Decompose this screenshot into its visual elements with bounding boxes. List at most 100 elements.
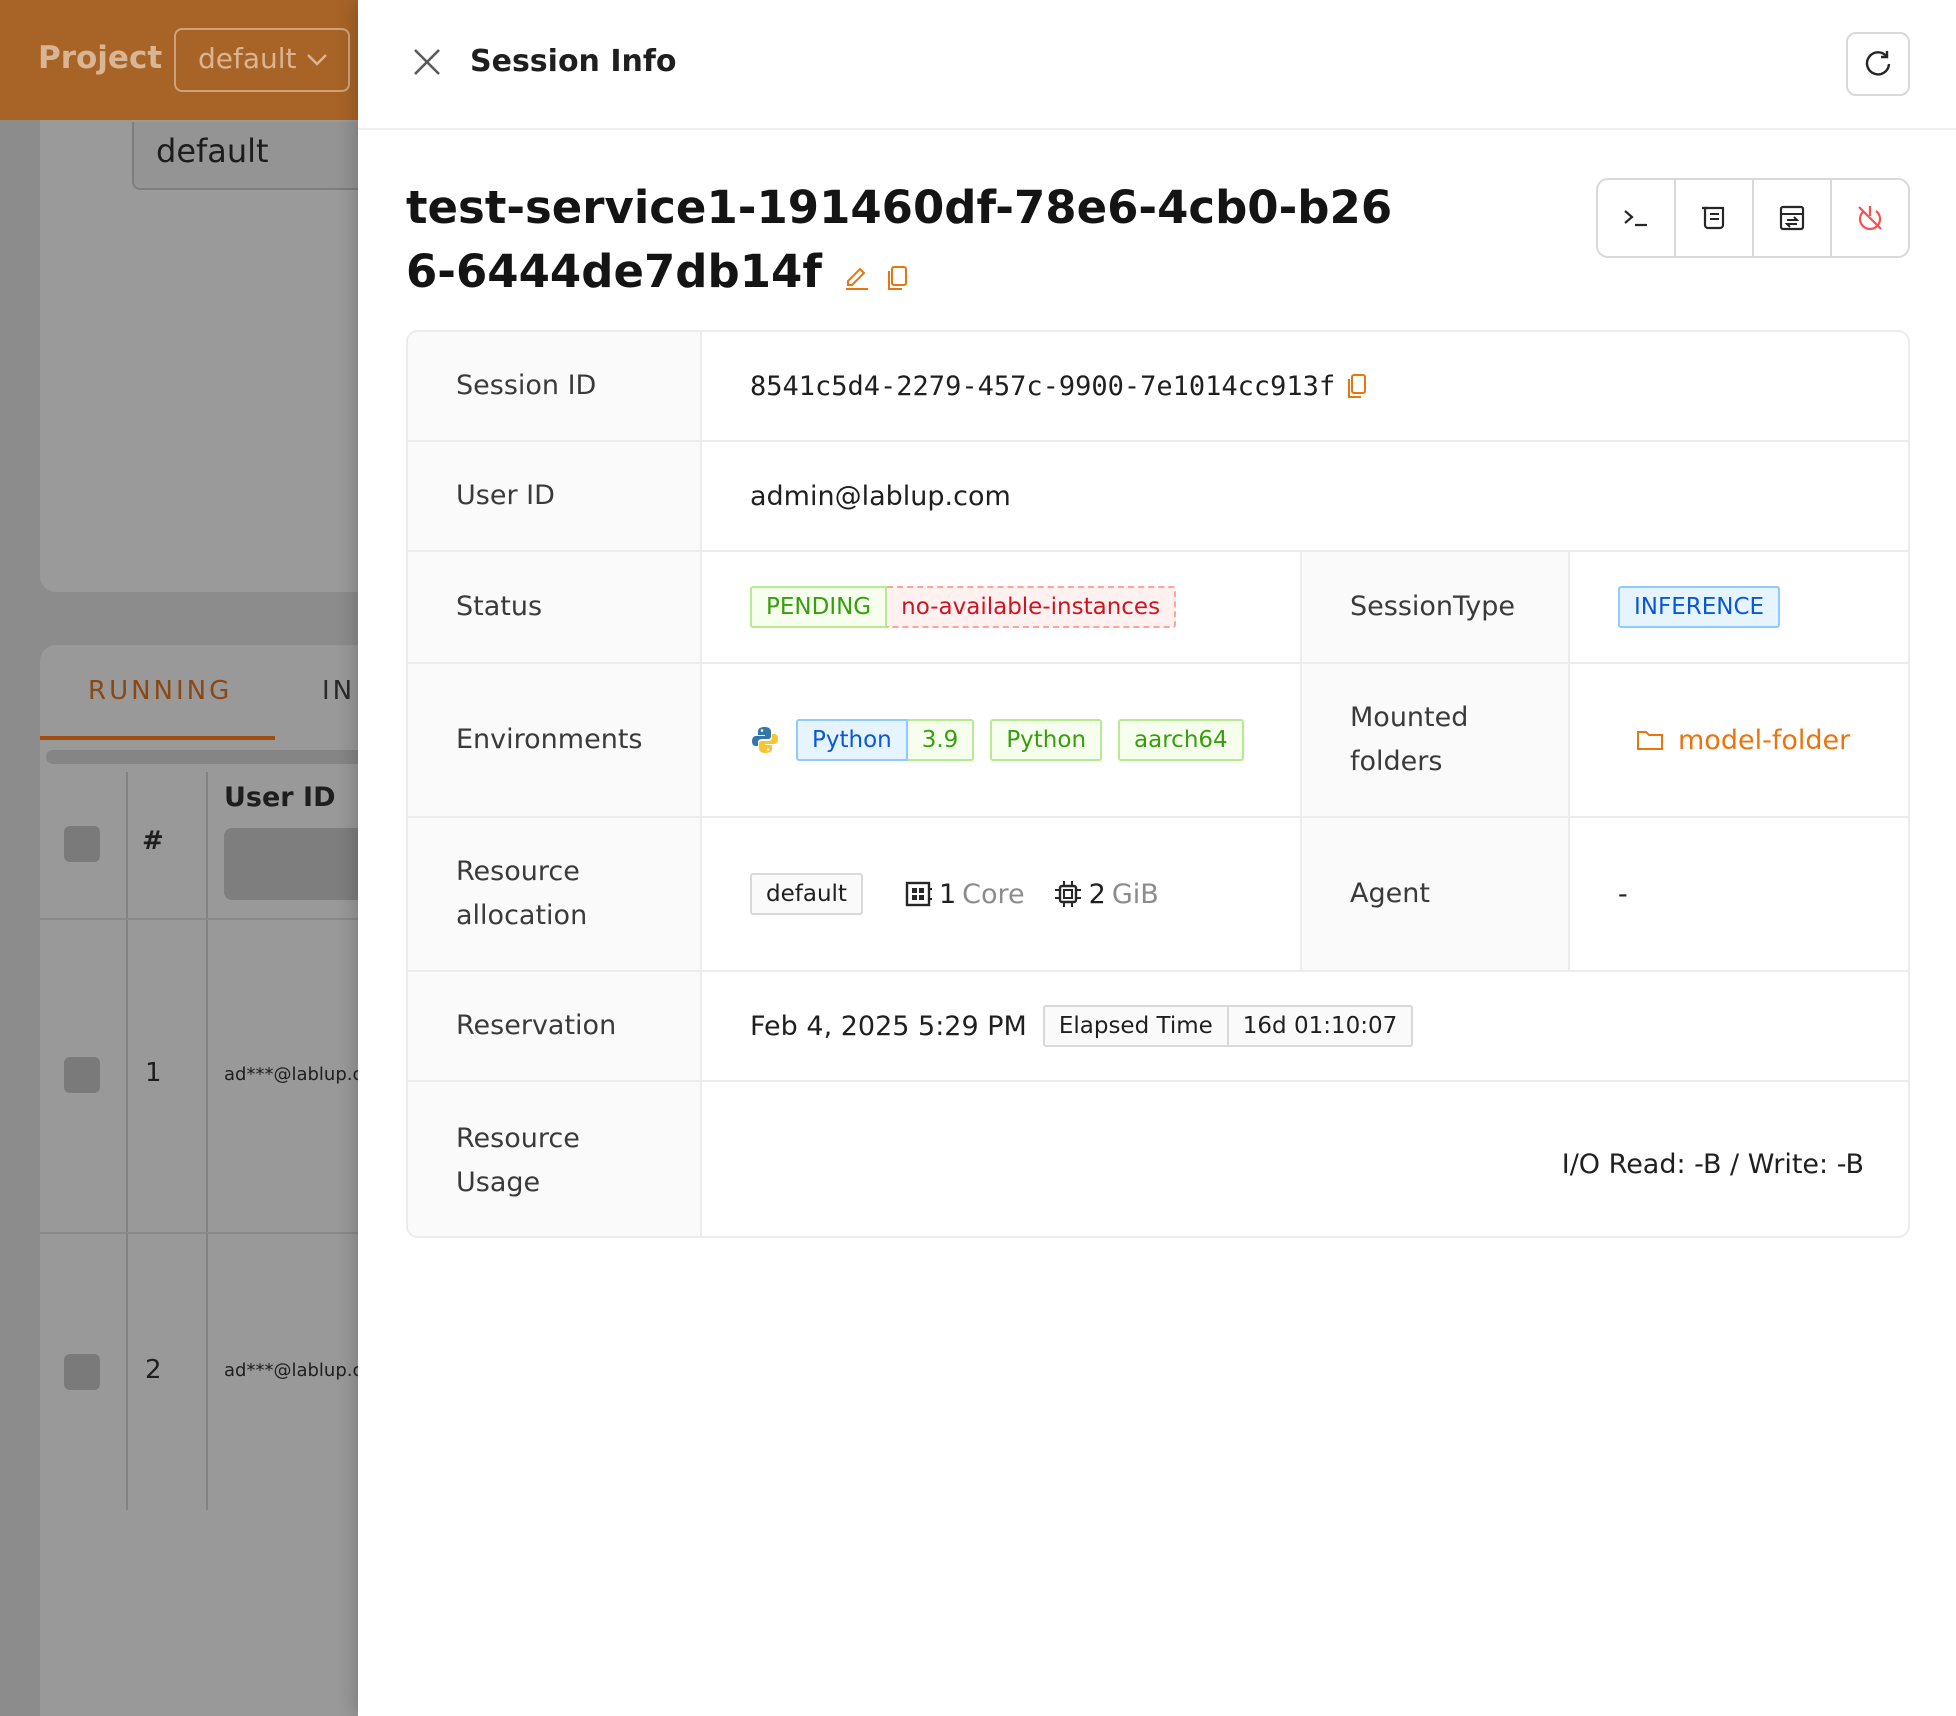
drawer-header: Session Info — [358, 0, 1956, 130]
session-id-value: 8541c5d4-2279-457c-9900-7e1014cc913f — [750, 370, 1336, 402]
scroll-log-icon — [1702, 206, 1725, 230]
edit-icon[interactable] — [844, 265, 870, 291]
value-user-id-cell: admin@lablup.com — [702, 442, 1908, 550]
value-agent-cell: - — [1570, 818, 1908, 970]
row-checkbox[interactable] — [64, 1057, 100, 1093]
row-email: ad***@lablup.com — [224, 1360, 360, 1381]
label-agent: Agent — [1302, 818, 1570, 970]
terminal-icon — [1624, 210, 1647, 227]
chevron-down-icon — [306, 48, 328, 72]
resource-group-tag: default — [750, 873, 863, 915]
label-user-id: User ID — [408, 442, 702, 550]
env-lang: Python — [796, 719, 908, 761]
project-select-value: default — [198, 42, 297, 75]
label-environments: Environments — [408, 664, 702, 816]
memory-allocation: 2 GiB — [1053, 879, 1159, 910]
session-name-heading: test-service1-191460df-78e6-4cb0-b266-64… — [406, 176, 1406, 307]
row-user-id: User ID admin@lablup.com — [408, 442, 1908, 552]
env-tag-python: Python — [990, 719, 1103, 761]
label-reservation: Reservation — [408, 972, 702, 1080]
default-field[interactable]: default — [132, 122, 372, 190]
row-index: 2 — [145, 1355, 162, 1385]
label-mounted-folders: Mounted folders — [1302, 664, 1570, 816]
row-resource-usage: Resource Usage I/O Read: -B / Write: -B — [408, 1082, 1908, 1236]
user-id-value: admin@lablup.com — [750, 480, 1011, 512]
value-reservation-cell: Feb 4, 2025 5:29 PM Elapsed Time 16d 01:… — [702, 972, 1908, 1080]
cpu-allocation: 1 Core — [903, 879, 1025, 910]
column-divider — [206, 772, 208, 1510]
label-session-type: SessionType — [1302, 552, 1570, 662]
select-all-checkbox[interactable] — [64, 826, 100, 862]
row-environments: Environments Python 3.9 Python aarch64 M… — [408, 664, 1908, 818]
drawer-title: Session Info — [470, 44, 677, 79]
column-header-index: # — [142, 826, 164, 856]
background-card — [40, 120, 380, 592]
logs-button[interactable] — [1676, 180, 1754, 256]
cpu-icon — [905, 881, 932, 907]
column-header-user-id: User ID — [224, 782, 336, 813]
agent-value: - — [1618, 878, 1628, 910]
row-resource-allocation: Resource allocation default 1 Core 2 GiB… — [408, 818, 1908, 972]
row-session-id: Session ID 8541c5d4-2279-457c-9900-7e101… — [408, 332, 1908, 442]
value-session-id-cell: 8541c5d4-2279-457c-9900-7e1014cc913f — [702, 332, 1908, 440]
cpu-unit: Core — [962, 878, 1025, 910]
elapsed-time-badge: Elapsed Time 16d 01:10:07 — [1042, 1005, 1414, 1047]
session-type-tag: INFERENCE — [1618, 586, 1781, 628]
elapsed-time-label: Elapsed Time — [1042, 1005, 1229, 1047]
project-label: Project — [38, 40, 163, 76]
label-status: Status — [408, 552, 702, 662]
session-details-table: Session ID 8541c5d4-2279-457c-9900-7e101… — [406, 330, 1910, 1238]
refresh-icon — [1865, 51, 1891, 76]
label-resource-allocation: Resource allocation — [408, 818, 702, 970]
row-checkbox[interactable] — [64, 1354, 100, 1390]
user-id-filter-input[interactable] — [224, 828, 364, 900]
tab-underline — [40, 736, 275, 740]
env-tag-arch: aarch64 — [1118, 719, 1244, 761]
copy-icon[interactable] — [1345, 372, 1369, 400]
value-environments-cell: Python 3.9 Python aarch64 — [702, 664, 1302, 816]
session-action-group — [1596, 178, 1910, 258]
mounted-folder-name: model-folder — [1678, 724, 1851, 756]
status-badge: PENDING no-available-instances — [750, 586, 1177, 628]
row-divider — [40, 1232, 360, 1234]
status-reason-tag: no-available-instances — [887, 586, 1177, 628]
row-index: 1 — [145, 1058, 162, 1088]
env-lang-tag: Python 3.9 — [796, 719, 975, 761]
row-reservation: Reservation Feb 4, 2025 5:29 PM Elapsed … — [408, 972, 1908, 1082]
cpu-count: 1 — [938, 878, 957, 910]
row-divider — [40, 918, 360, 920]
memory-amount: 2 — [1088, 878, 1106, 910]
memory-chip-icon — [1054, 881, 1081, 907]
commit-button[interactable] — [1754, 180, 1832, 256]
tab-running[interactable]: RUNNING — [88, 676, 232, 706]
session-name-actions — [844, 243, 912, 307]
table-scrollbar[interactable] — [46, 750, 366, 764]
copy-icon[interactable] — [885, 264, 911, 292]
row-email: ad***@lablup.com — [224, 1064, 360, 1085]
row-status: Status PENDING no-available-instances Se… — [408, 552, 1908, 664]
column-divider — [126, 772, 128, 1510]
folder-icon — [1637, 731, 1663, 750]
session-info-drawer: Session Info test-service1-191460df-78e6… — [358, 0, 1956, 1716]
mounted-folder-link[interactable]: model-folder — [1636, 725, 1850, 756]
env-version: 3.9 — [907, 719, 975, 761]
io-usage: I/O Read: -B / Write: -B — [1561, 1148, 1864, 1180]
refresh-button[interactable] — [1846, 32, 1910, 96]
tab-interactive[interactable]: IN — [322, 676, 355, 706]
value-resource-usage-cell: I/O Read: -B / Write: -B — [702, 1082, 1908, 1236]
value-mounted-folders-cell: model-folder — [1570, 664, 1908, 816]
close-icon[interactable] — [410, 45, 444, 79]
terminate-button[interactable] — [1832, 180, 1908, 256]
python-logo-icon — [752, 727, 778, 753]
elapsed-time-value: 16d 01:10:07 — [1228, 1005, 1414, 1047]
label-resource-usage: Resource Usage — [408, 1082, 702, 1236]
value-resource-allocation-cell: default 1 Core 2 GiB — [702, 818, 1302, 970]
value-status-cell: PENDING no-available-instances — [702, 552, 1302, 662]
power-off-icon — [1858, 206, 1882, 231]
memory-unit: GiB — [1111, 878, 1159, 910]
reservation-date: Feb 4, 2025 5:29 PM — [750, 1010, 1027, 1042]
project-select[interactable]: default — [174, 28, 350, 92]
terminal-button[interactable] — [1598, 180, 1676, 256]
container-commit-icon — [1779, 205, 1805, 231]
status-tag: PENDING — [750, 586, 888, 628]
